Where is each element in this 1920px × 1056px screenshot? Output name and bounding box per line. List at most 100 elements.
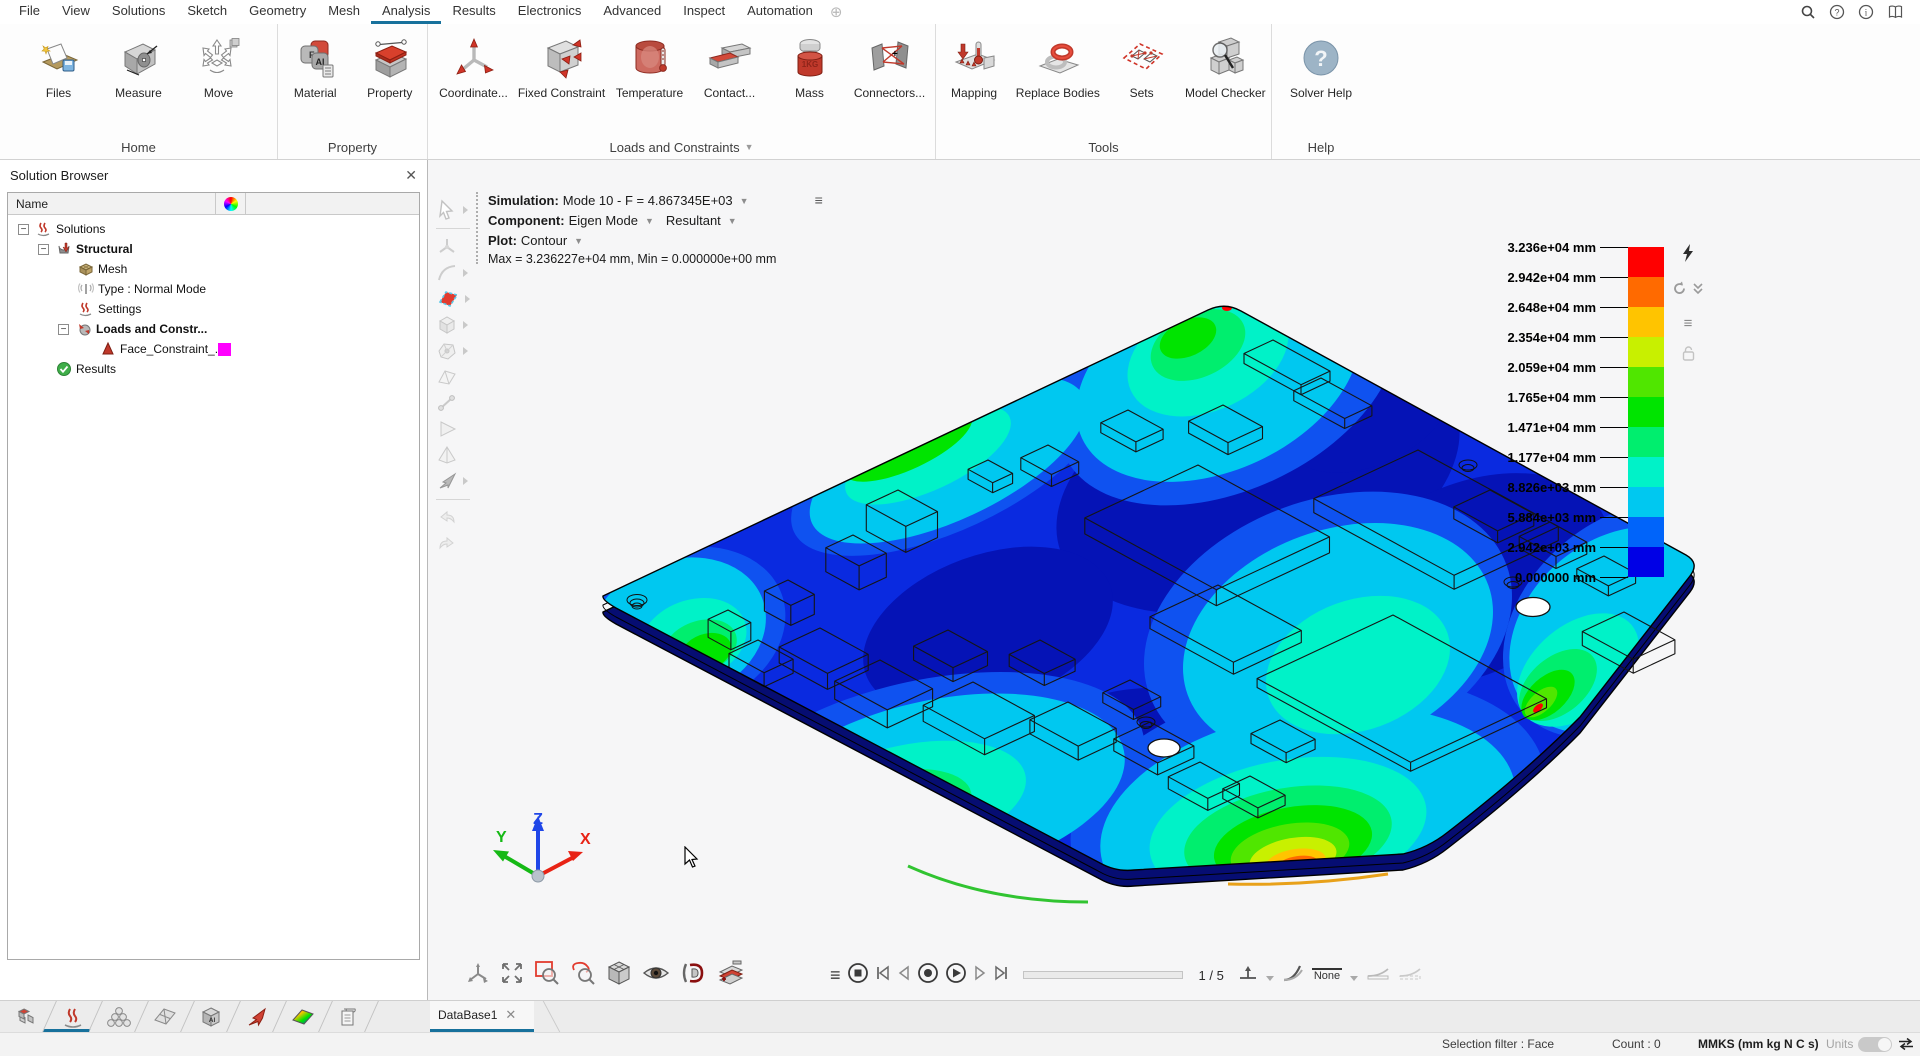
model-checker-button[interactable]: Model Checker [1180,28,1271,135]
tab-loads[interactable] [234,1001,280,1032]
measure-button[interactable]: Measure [99,28,179,135]
menu-tab-sketch[interactable]: Sketch [176,0,238,24]
fit-view-icon[interactable] [500,961,524,990]
pyramid-select-icon[interactable] [436,443,494,467]
color-column-header[interactable] [216,193,246,214]
refresh-icon[interactable] [1672,281,1687,301]
add-view-icon[interactable] [716,960,744,991]
search-icon[interactable] [1800,4,1816,20]
unit-system-status[interactable]: MMKS (mm kg N C s) [1698,1037,1819,1051]
tab-bodies[interactable] [4,1001,50,1032]
step-forward-icon[interactable] [973,964,987,987]
replace-bodies-button[interactable]: Replace Bodies [1012,28,1103,135]
lightning-icon[interactable] [1681,244,1695,267]
name-column-header[interactable]: Name [8,193,216,214]
tab-material[interactable]: Al [188,1001,234,1032]
move-button[interactable]: Move [179,28,259,135]
tab-surfaces[interactable] [142,1001,188,1032]
add-tab-icon[interactable]: ⊕ [824,0,843,24]
component-value2[interactable]: Resultant [666,213,721,228]
menu-tab-electronics[interactable]: Electronics [507,0,593,24]
plot-value[interactable]: Contour [521,233,567,248]
tree-row-mesh[interactable]: Mesh [8,259,419,279]
pick-arrow-icon[interactable] [436,469,494,493]
iso-view-icon[interactable] [606,960,632,991]
visibility-eye-icon[interactable] [642,961,670,990]
play-icon[interactable] [945,962,967,989]
menu-tab-file[interactable]: File [8,0,51,24]
collapse-chevrons-icon[interactable] [1692,281,1704,301]
sets-button[interactable]: Sets [1104,28,1180,135]
manual-icon[interactable] [1887,4,1904,20]
files-button[interactable]: Files [19,28,99,135]
tree-row-solutions[interactable]: − Solutions [8,219,419,239]
tree-row-structural[interactable]: − Structural [8,239,419,259]
redo-icon[interactable] [436,532,494,556]
mass-button[interactable]: 1KG Mass [770,28,850,135]
playback-menu-icon[interactable]: ≡ [830,965,841,986]
menu-tab-geometry[interactable]: Geometry [238,0,317,24]
drag-handle[interactable] [476,192,478,264]
skip-end-icon[interactable] [993,964,1009,987]
connectors-button[interactable]: + Connectors... [850,28,930,135]
sector-select-icon[interactable] [436,417,494,441]
menu-tab-solutions[interactable]: Solutions [101,0,176,24]
temperature-button[interactable]: Temperature [610,28,690,135]
fixed-constraint-button[interactable]: Fixed Constraint [514,28,610,135]
chevron-down-icon[interactable] [1266,976,1274,981]
step-back-icon[interactable] [897,964,911,987]
menu-tab-advanced[interactable]: Advanced [592,0,672,24]
collapse-box-icon[interactable]: − [38,244,49,255]
chevron-down-icon[interactable]: ▼ [645,216,654,226]
legend-menu-icon[interactable]: ≡ [1684,315,1693,332]
menu-tab-mesh[interactable]: Mesh [317,0,371,24]
tab-results[interactable] [280,1001,326,1032]
chevron-down-icon[interactable]: ▼ [740,196,749,206]
menu-tab-analysis[interactable]: Analysis [371,0,441,24]
constraint-color-swatch[interactable] [218,343,231,356]
menu-tab-inspect[interactable]: Inspect [672,0,736,24]
zoom-window-icon[interactable] [534,960,560,991]
dashed-curve-icon[interactable] [1398,966,1422,985]
ribbon-group-loads-label[interactable]: Loads and Constraints▼ [428,135,935,159]
curve-select-icon[interactable] [436,261,494,285]
solver-help-button[interactable]: ? Solver Help [1281,28,1361,135]
surface-select-icon[interactable] [436,365,494,389]
tree-row-face-constraint[interactable]: Face_Constraint_... [8,339,419,359]
menu-tab-results[interactable]: Results [441,0,506,24]
viewport-3d[interactable]: Simulation: Mode 10 - F = 4.867345E+03 ▼… [428,160,1920,1000]
component-value[interactable]: Eigen Mode [569,213,638,228]
coordinate-button[interactable]: Coordinate... [434,28,514,135]
faceted-body-icon[interactable] [436,339,494,363]
flat-curve-icon[interactable] [1366,966,1390,985]
chevron-down-icon[interactable]: ▼ [728,216,737,226]
tab-mesh-nodes[interactable] [96,1001,142,1032]
material-button[interactable]: FeAl Material [278,28,353,135]
zoom-lasso-icon[interactable] [570,960,596,991]
collapse-box-icon[interactable]: − [18,224,29,235]
chevron-down-icon[interactable]: ▼ [574,236,583,246]
simulation-value[interactable]: Mode 10 - F = 4.867345E+03 [563,193,733,208]
units-toggle[interactable] [1858,1037,1892,1052]
tree-row-type[interactable]: Type : Normal Mode [8,279,419,299]
contact-button[interactable]: Contact... [690,28,770,135]
chevron-down-icon[interactable] [1350,976,1358,981]
collapse-box-icon[interactable]: − [58,324,69,335]
tree-row-loads[interactable]: − Loads and Constr... [8,319,419,339]
tree-row-results[interactable]: Results [8,359,419,379]
swap-arrows-icon[interactable] [1898,1037,1914,1054]
tab-solutions[interactable] [50,1001,96,1032]
body-select-icon[interactable] [436,313,494,337]
help-icon[interactable]: ? [1829,4,1845,20]
edge-select-icon[interactable] [436,391,494,415]
menu-tab-view[interactable]: View [51,0,101,24]
close-icon[interactable]: ✕ [405,167,417,184]
skip-start-icon[interactable] [875,964,891,987]
stop-icon[interactable] [847,962,869,989]
undo-icon[interactable] [436,506,494,530]
tree-row-settings[interactable]: Settings [8,299,419,319]
face-select-icon[interactable] [436,287,494,311]
ramp-curve-icon[interactable] [1282,964,1304,987]
render-mode-icon[interactable] [680,961,706,990]
lock-icon[interactable] [1682,346,1695,366]
